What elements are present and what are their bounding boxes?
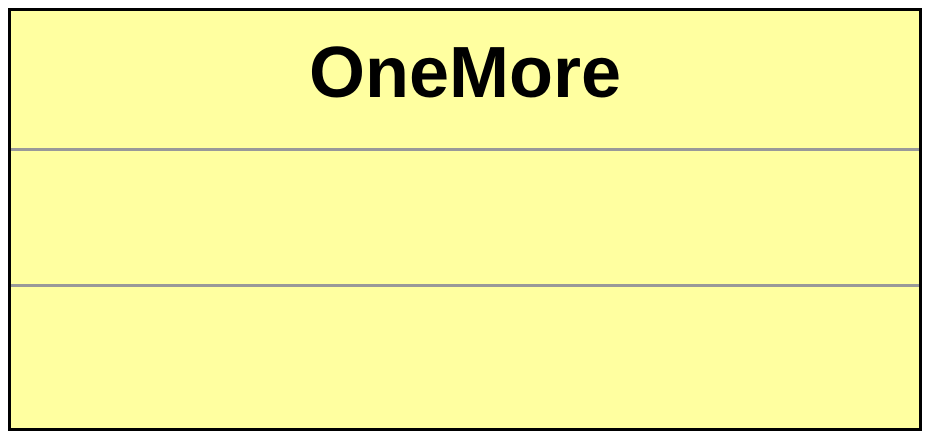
operations-compartment xyxy=(11,287,919,428)
attributes-compartment xyxy=(11,151,919,284)
class-name: OneMore xyxy=(308,33,622,113)
uml-class-box[interactable]: OneMore xyxy=(8,8,922,431)
class-name-compartment: OneMore xyxy=(11,11,919,149)
